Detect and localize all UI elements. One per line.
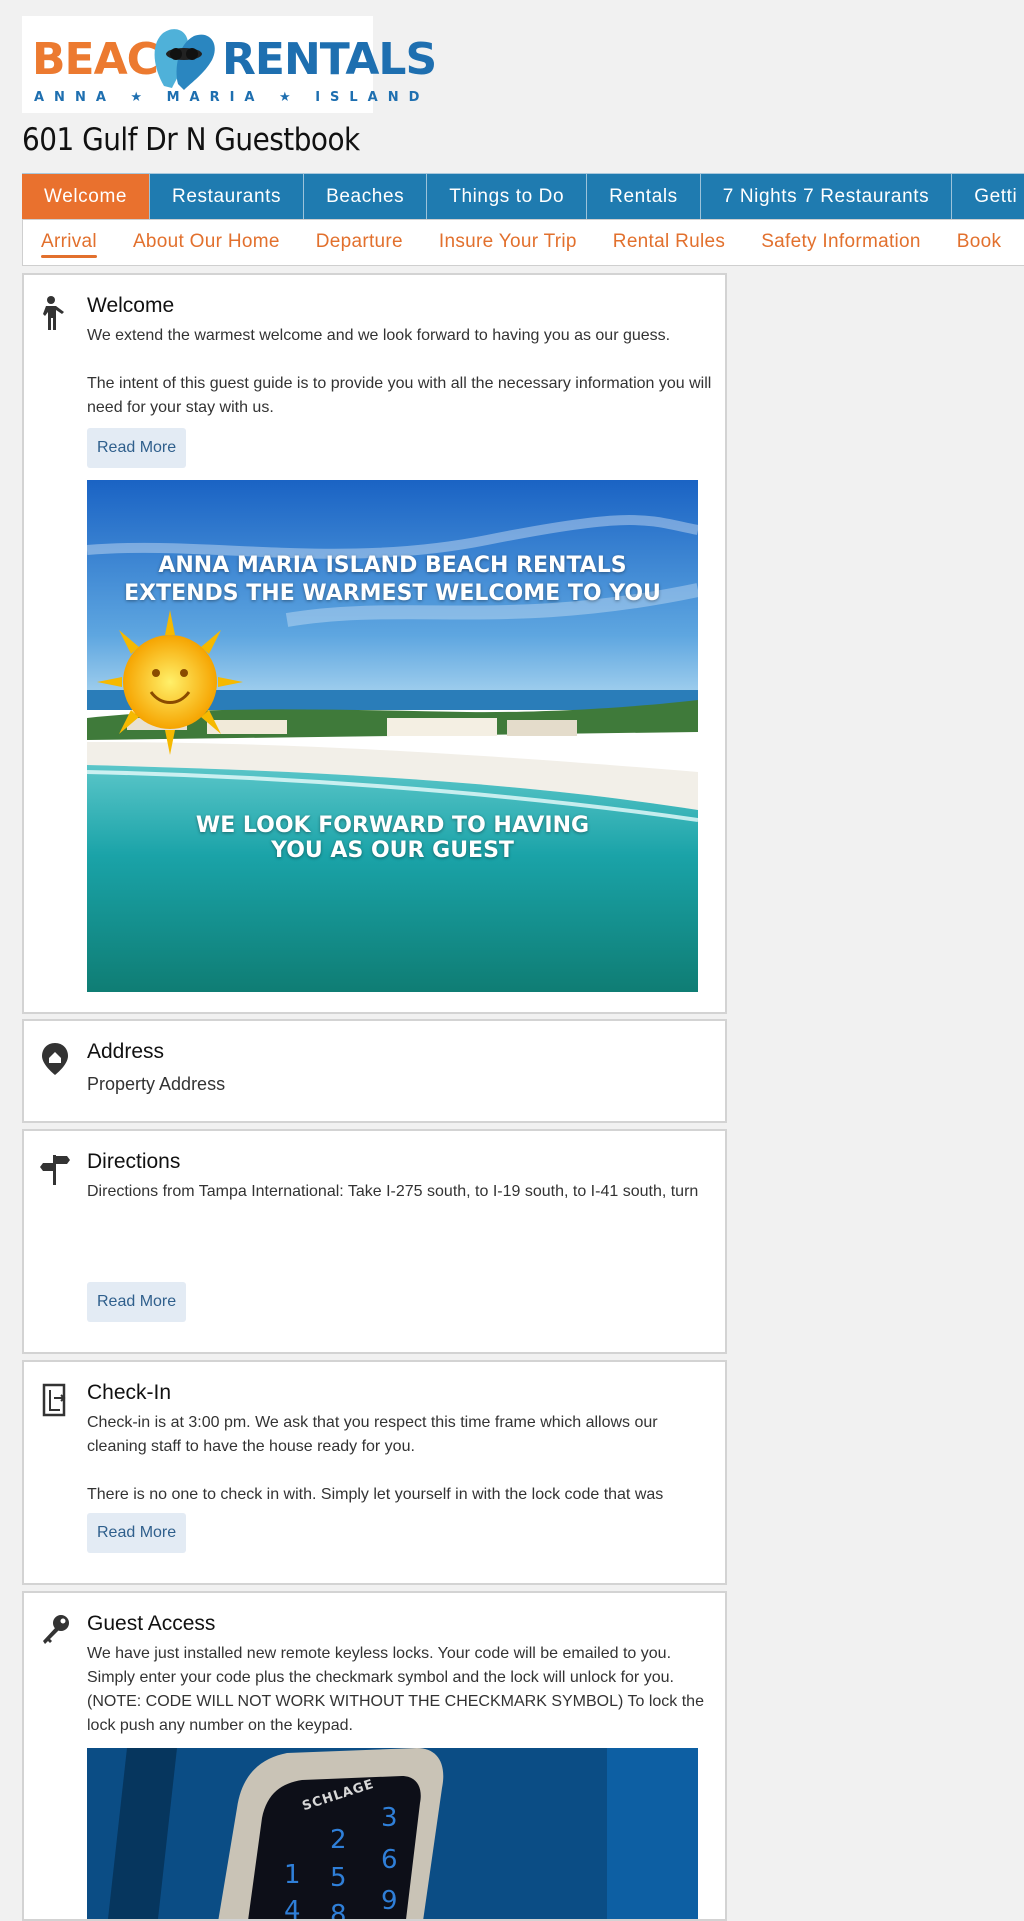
welcome-card: Welcome We extend the warmest welcome an… xyxy=(22,273,727,1014)
image-headline: ANNA MARIA ISLAND BEACH RENTALS EXTENDS … xyxy=(87,552,698,608)
image-headline-line-2: EXTENDS THE WARMEST WELCOME TO YOU xyxy=(124,581,661,606)
flip-flop-logo-icon xyxy=(154,29,215,90)
subtab-book[interactable]: Book xyxy=(939,220,1020,265)
subtab-rental-rules[interactable]: Rental Rules xyxy=(595,220,743,265)
checkin-card: Check-In Check-in is at 3:00 pm. We ask … xyxy=(22,1360,727,1585)
image-subheadline: WE LOOK FORWARD TO HAVING YOU AS OUR GUE… xyxy=(87,813,698,863)
keypad-number-4: 4 xyxy=(284,1896,301,1921)
subtab-departure[interactable]: Departure xyxy=(298,220,421,265)
keypad-number-1: 1 xyxy=(284,1860,301,1890)
subtab-insure-your-trip[interactable]: Insure Your Trip xyxy=(421,220,595,265)
welcome-paragraph-2: The intent of this guest guide is to pro… xyxy=(87,375,712,416)
directions-read-more-button[interactable]: Read More xyxy=(87,1282,187,1322)
guest-access-title: Guest Access xyxy=(87,1612,216,1635)
checkin-read-more-button[interactable]: Read More xyxy=(87,1513,187,1553)
keypad-number-8: 8 xyxy=(330,1900,347,1921)
site-logo[interactable]: BEACH RENTALS ANNA ★ MARIA ★ ISLAND xyxy=(22,16,437,113)
welcome-title: Welcome xyxy=(87,294,175,317)
image-headline-line-1: ANNA MARIA ISLAND BEACH RENTALS xyxy=(158,553,627,578)
tab-things-to-do[interactable]: Things to Do xyxy=(427,174,588,219)
tab-beaches[interactable]: Beaches xyxy=(304,174,428,219)
welcome-read-more-button[interactable]: Read More xyxy=(87,428,187,468)
checkin-paragraph-1: Check-in is at 3:00 pm. We ask that you … xyxy=(87,1414,658,1455)
guest-access-text: We have just installed new remote keyles… xyxy=(87,1645,704,1734)
welcome-beach-image: ANNA MARIA ISLAND BEACH RENTALS EXTENDS … xyxy=(87,480,698,992)
tab-restaurants[interactable]: Restaurants xyxy=(150,174,305,219)
person-icon xyxy=(43,296,64,330)
image-subheadline-line-1: WE LOOK FORWARD TO HAVING xyxy=(195,813,590,838)
keypad-lock-image: SCHLAGE 2 3 6 1 5 9 4 8 xyxy=(87,1748,698,1921)
guest-access-card: Guest Access We have just installed new … xyxy=(22,1591,727,1921)
tab-rentals[interactable]: Rentals xyxy=(587,174,701,219)
subtab-arrival[interactable]: Arrival xyxy=(23,220,115,265)
map-pin-home-icon xyxy=(42,1043,68,1075)
tab-welcome[interactable]: Welcome xyxy=(22,174,151,219)
logo-tagline: ANNA ★ MARIA ★ ISLAND xyxy=(34,90,430,105)
address-title: Address xyxy=(87,1040,165,1063)
checkin-paragraph-2: There is no one to check in with. Simply… xyxy=(87,1486,664,1503)
keypad-number-9: 9 xyxy=(381,1886,398,1916)
directions-text: Directions from Tampa International: Tak… xyxy=(87,1183,699,1200)
tab-getting-around[interactable]: Getti xyxy=(952,174,1024,219)
page-title: 601 Gulf Dr N Guestbook xyxy=(22,122,360,158)
subtab-about-our-home[interactable]: About Our Home xyxy=(115,220,298,265)
main-nav: Welcome Restaurants Beaches Things to Do… xyxy=(22,173,1024,219)
logo-word-rentals: RENTALS xyxy=(222,34,437,85)
keypad-number-3: 3 xyxy=(381,1803,398,1833)
signpost-icon xyxy=(40,1155,70,1185)
welcome-paragraph-1: We extend the warmest welcome and we loo… xyxy=(87,327,671,344)
keypad-number-6: 6 xyxy=(381,1845,398,1875)
sub-nav: Arrival About Our Home Departure Insure … xyxy=(22,219,1024,266)
directions-card: Directions Directions from Tampa Interna… xyxy=(22,1129,727,1354)
tab-7-nights-7-restaurants[interactable]: 7 Nights 7 Restaurants xyxy=(700,174,953,219)
address-card: Address Property Address xyxy=(22,1019,727,1123)
door-icon xyxy=(42,1383,66,1417)
image-subheadline-line-2: YOU AS OUR GUEST xyxy=(271,838,514,863)
property-address: Property Address xyxy=(87,1074,226,1094)
directions-title: Directions xyxy=(87,1150,181,1173)
keypad-number-2: 2 xyxy=(330,1825,347,1855)
keypad-number-5: 5 xyxy=(330,1863,347,1893)
subtab-safety-information[interactable]: Safety Information xyxy=(743,220,939,265)
checkin-title: Check-In xyxy=(87,1381,172,1404)
key-icon xyxy=(43,1615,69,1644)
